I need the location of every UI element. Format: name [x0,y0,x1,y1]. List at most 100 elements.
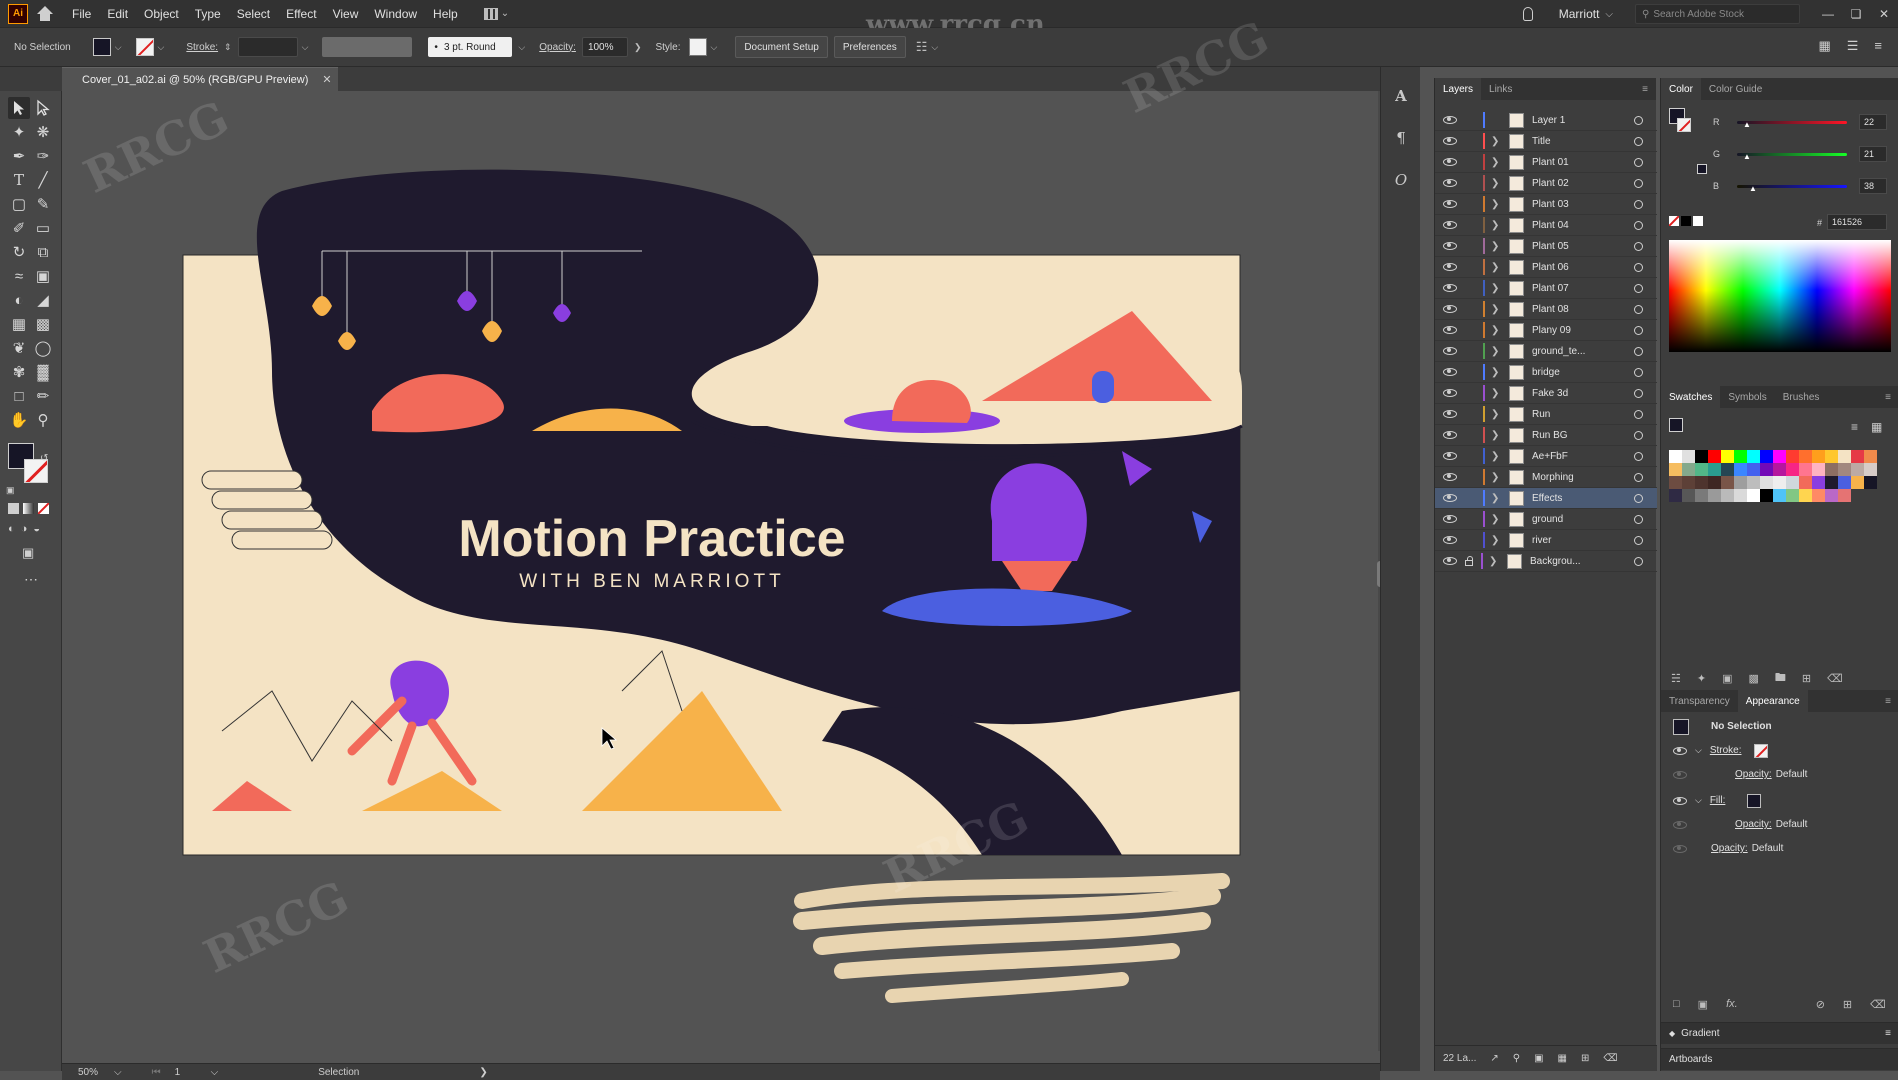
line-tool-icon[interactable]: ╱ [32,169,54,191]
arrange-documents-icon[interactable]: ☷ [916,39,928,55]
graph-tool-icon[interactable]: ▓ [32,361,54,383]
target-icon[interactable] [1634,514,1643,524]
more-tools-icon[interactable]: ⋯ [24,571,38,588]
panel-menu-icon[interactable]: ≡ [1885,392,1891,403]
layer-name[interactable]: river [1532,535,1624,546]
lock-toggle[interactable] [1465,367,1475,377]
target-icon[interactable] [1634,115,1643,125]
menu-select[interactable]: Select [237,7,270,21]
slider-handle-icon[interactable]: ▲ [1749,184,1757,193]
stroke-label[interactable]: Stroke: [186,42,218,53]
eye-icon[interactable] [1443,158,1457,166]
gradient-panel-header[interactable]: ◆ Gradient ≡ [1661,1022,1898,1044]
tab-transparency[interactable]: Transparency [1661,690,1738,712]
opacity-label[interactable]: Opacity: [1711,843,1748,854]
canvas-area[interactable]: Motion Practice WITH BEN MARRIOTT [62,91,1382,1063]
swatch-options-icon[interactable]: ▣ [1722,672,1732,685]
chevron-right-icon[interactable]: ❯ [1491,157,1501,168]
scale-tool-icon[interactable]: ⧉ [32,241,54,263]
chevron-down-icon[interactable]: ⌵ [115,42,122,53]
width-tool-icon[interactable]: ≈ [8,265,30,287]
tab-swatches[interactable]: Swatches [1661,386,1721,408]
color-swatch[interactable] [1838,489,1851,502]
curvature-tool-icon[interactable]: ✑ [32,145,54,167]
color-swatch[interactable] [1812,489,1825,502]
chevron-right-icon[interactable]: ❯ [1491,178,1501,189]
layer-row[interactable]: ❯ Backgrou... [1435,551,1657,572]
eye-icon[interactable] [1443,137,1457,145]
tab-brushes[interactable]: Brushes [1775,386,1828,408]
swatch-fill-preview[interactable] [1669,418,1683,432]
lock-toggle[interactable] [1465,241,1475,251]
chevron-right-icon[interactable]: ❯ [1491,430,1501,441]
target-icon[interactable] [1634,556,1643,566]
list-view-icon[interactable]: ≡ [1851,420,1858,434]
layer-name[interactable]: Title [1532,136,1624,147]
appearance-fill-swatch[interactable] [1747,793,1762,808]
color-swatch[interactable] [1721,476,1734,489]
swatch-grid[interactable] [1669,450,1883,502]
appearance-opacity-row[interactable]: Opacity: Default [1661,838,1898,859]
red-value[interactable]: 22 [1859,114,1887,130]
appearance-stroke-swatch[interactable] [1753,743,1768,758]
target-icon[interactable] [1634,304,1643,314]
target-icon[interactable] [1634,409,1643,419]
out-of-gamut-icon[interactable] [1697,164,1707,174]
shaper-tool-icon[interactable]: ✐ [8,217,30,239]
color-swatch[interactable] [1682,450,1695,463]
color-group-icon[interactable]: ▩ [1749,672,1759,685]
color-swatch[interactable] [1864,463,1877,476]
selection-tool-icon[interactable] [8,97,30,119]
export-icon[interactable]: ↗ [1490,1053,1498,1064]
artboards-panel-header[interactable]: Artboards [1661,1048,1898,1070]
color-swatch[interactable] [1708,489,1721,502]
eye-icon[interactable] [1443,368,1457,376]
menu-type[interactable]: Type [195,7,221,21]
target-icon[interactable] [1634,430,1643,440]
pen-tool-icon[interactable]: ✒ [8,145,30,167]
delete-item-icon[interactable]: ⌫ [1870,998,1886,1011]
gradient-tool-icon[interactable]: ▩ [32,313,54,335]
color-swatch[interactable] [1669,476,1682,489]
chevron-right-icon[interactable]: ❯ [634,42,642,53]
layer-name[interactable]: Run BG [1532,430,1624,441]
document-setup-button[interactable]: Document Setup [735,36,828,58]
green-value[interactable]: 21 [1859,146,1887,162]
layer-name[interactable]: Plant 04 [1532,220,1624,231]
stroke-label[interactable]: Stroke: [1710,745,1742,756]
color-swatch[interactable] [1825,463,1838,476]
green-slider[interactable]: G ▲ 21 [1661,144,1898,164]
chevron-right-icon[interactable]: ❯ [1491,451,1501,462]
chevron-right-icon[interactable]: ❯ [1491,472,1501,483]
add-fill-icon[interactable]: ▣ [1698,998,1708,1011]
color-swatch[interactable] [1864,476,1877,489]
swatch-libraries-icon[interactable]: ☵ [1671,672,1681,685]
target-icon[interactable] [1634,178,1643,188]
appearance-fill-opacity-row[interactable]: Opacity: Default [1661,814,1898,835]
chevron-right-icon[interactable]: ❯ [1491,325,1501,336]
appearance-fill-row[interactable]: ⌵ Fill: [1661,790,1898,811]
opacity-label[interactable]: Opacity: [1735,819,1772,830]
color-mode-icon[interactable] [8,503,19,514]
layer-row[interactable]: ❯ Title [1435,131,1657,152]
chevron-right-icon[interactable]: ❯ [1491,409,1501,420]
layer-row[interactable]: ❯ Plany 09 [1435,320,1657,341]
lock-toggle[interactable] [1465,493,1475,503]
target-icon[interactable] [1634,472,1643,482]
fx-icon[interactable]: fx. [1726,998,1738,1010]
layer-name[interactable]: Effects [1532,493,1624,504]
color-swatch[interactable] [1760,476,1773,489]
eye-icon[interactable] [1443,179,1457,187]
color-swatch[interactable] [1682,489,1695,502]
layer-name[interactable]: Plant 06 [1532,262,1624,273]
lock-toggle[interactable] [1465,514,1475,524]
grid-icon[interactable]: ▦ [1818,38,1830,54]
type-tool-icon[interactable]: T [8,169,30,191]
layer-name[interactable]: Ae+FbF [1532,451,1624,462]
eye-icon[interactable] [1443,305,1457,313]
clipping-mask-icon[interactable]: ▣ [1534,1053,1543,1064]
rotate-tool-icon[interactable]: ↻ [8,241,30,263]
eyedropper-tool-icon[interactable]: ❦ [8,337,30,359]
color-swatch[interactable] [1682,463,1695,476]
color-swatch[interactable] [1851,476,1864,489]
